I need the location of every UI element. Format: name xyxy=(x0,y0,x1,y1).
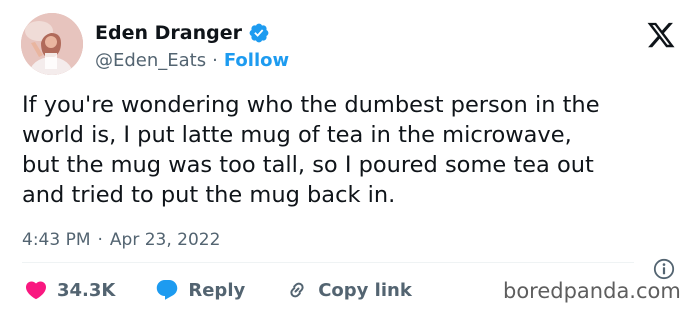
copy-link-button[interactable]: Copy link xyxy=(285,278,412,302)
heart-icon xyxy=(25,281,47,300)
tweet-time: 4:43 PM xyxy=(22,230,91,250)
author-name-row: Eden Dranger xyxy=(95,20,270,46)
divider xyxy=(22,262,634,263)
x-logo-icon[interactable] xyxy=(646,20,676,50)
tweet-date: Apr 23, 2022 xyxy=(109,230,221,250)
avatar[interactable] xyxy=(21,13,83,75)
reply-bubble-icon xyxy=(157,280,178,300)
reply-button[interactable]: Reply xyxy=(155,278,245,302)
timestamp-separator: · xyxy=(97,230,103,250)
reply-label: Reply xyxy=(188,279,246,301)
link-icon xyxy=(290,282,304,298)
avatar-image xyxy=(21,13,83,75)
watermark: boredpanda.com xyxy=(503,279,681,303)
tweet-text-line: If you're wondering who the dumbest pers… xyxy=(22,92,600,118)
tweet-text-line: but the mug was too tall, so I poured so… xyxy=(22,152,594,178)
info-icon[interactable] xyxy=(652,257,676,281)
handle-separator: · xyxy=(212,49,218,71)
tweet-timestamp[interactable]: 4:43 PM · Apr 23, 2022 xyxy=(22,228,220,252)
tweet-actions: 34.3K Reply Copy link xyxy=(24,276,452,304)
tweet-text-line: and tried to put the mug back in. xyxy=(22,182,396,208)
tweet-text: If you're wondering who the dumbest pers… xyxy=(22,90,686,210)
like-button[interactable]: 34.3K xyxy=(24,278,115,302)
author-handle[interactable]: @Eden_Eats xyxy=(95,50,206,71)
author-handle-row: @Eden_Eats · Follow xyxy=(95,48,289,72)
tweet-text-line: world is, I put latte mug of tea in the … xyxy=(22,122,572,148)
like-count: 34.3K xyxy=(57,279,116,301)
follow-button[interactable]: Follow xyxy=(224,50,289,71)
tweet-card: Eden Dranger @Eden_Eats · Follow If you'… xyxy=(0,0,700,318)
verified-badge-icon xyxy=(249,23,269,43)
author-display-name[interactable]: Eden Dranger xyxy=(95,22,242,44)
copy-link-label: Copy link xyxy=(318,279,412,301)
